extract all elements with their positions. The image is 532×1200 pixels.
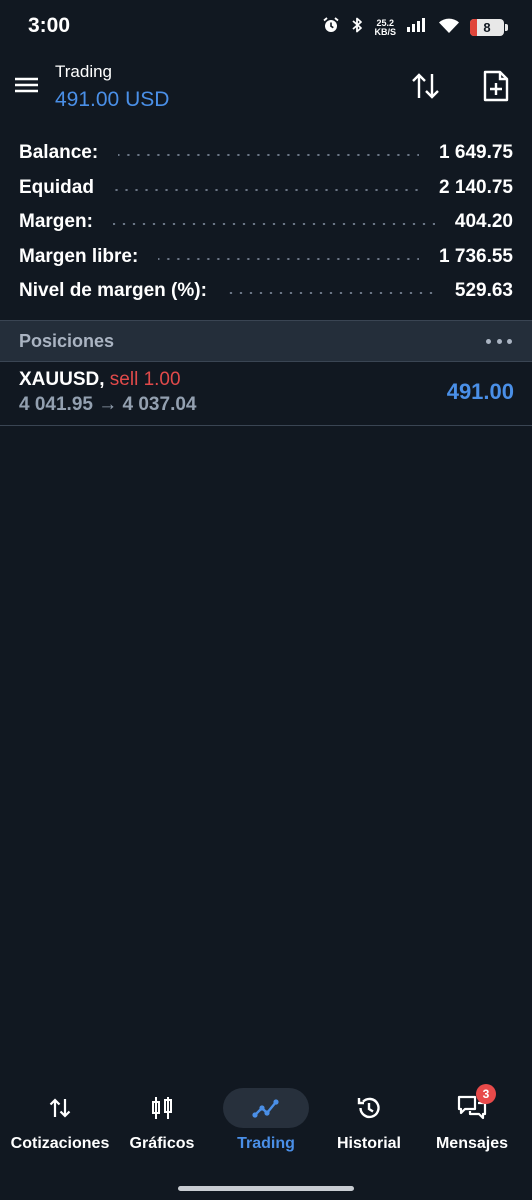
nav-item-trading[interactable]: Trading [213, 1082, 319, 1162]
net-speed: 25.2 KB/S [374, 17, 396, 37]
summary-value: 529.63 [454, 280, 513, 302]
nav-label: Trading [237, 1135, 295, 1152]
leader-dots [118, 154, 420, 157]
position-symbol: XAUUSD, [19, 369, 105, 390]
status-bar: 3:00 25.2 KB/S 8 [0, 0, 532, 56]
summary-label: Margen libre: [19, 245, 139, 267]
summary-label: Margen: [19, 211, 93, 233]
summary-value: 1 649.75 [439, 142, 513, 164]
nav-item-quotes[interactable]: Cotizaciones [7, 1082, 113, 1162]
messages-icon: 3 [429, 1084, 515, 1128]
battery-level: 8 [483, 20, 491, 35]
quotes-icon [17, 1088, 103, 1128]
position-prices: 4 041.95 → 4 037.04 [19, 394, 197, 415]
leader-dots [113, 188, 420, 191]
summary-label: Equidad [19, 176, 94, 198]
page-title: Trading [55, 62, 113, 81]
new-order-button[interactable] [476, 66, 516, 106]
nav-label: Gráficos [129, 1135, 195, 1152]
sort-button[interactable] [406, 66, 446, 106]
header-profit: 491.00 USD [55, 88, 170, 111]
nav-item-messages[interactable]: 3 Mensajes [419, 1082, 525, 1162]
charts-icon [119, 1088, 205, 1128]
more-dots-icon [486, 338, 491, 344]
summary-label: Nivel de margen (%): [19, 280, 207, 302]
nav-item-charts[interactable]: Gráficos [109, 1082, 215, 1162]
summary-label: Balance: [19, 142, 99, 164]
leader-dots [158, 257, 420, 260]
alarm-icon [322, 16, 340, 39]
positions-header: Posiciones [0, 320, 532, 362]
summary-value: 404.20 [454, 211, 513, 233]
menu-button[interactable] [12, 70, 42, 100]
bottom-nav: Cotizaciones Gráficos Trading Historial … [0, 1082, 532, 1162]
summary-row-balance: Balance: 1 649.75 [0, 136, 532, 171]
home-indicator[interactable] [178, 1186, 354, 1191]
leader-dots [112, 223, 435, 226]
menu-icon [15, 77, 38, 93]
sort-icon [412, 73, 439, 99]
summary-value: 2 140.75 [439, 176, 513, 198]
position-side: sell 1.00 [109, 369, 181, 390]
wifi-icon [438, 17, 460, 39]
leader-dots [226, 292, 435, 295]
position-row[interactable]: XAUUSD, sell 1.00 4 041.95 → 4 037.04 49… [0, 361, 532, 426]
account-summary: Balance: 1 649.75 Equidad 2 140.75 Marge… [0, 136, 532, 309]
summary-row-margin: Margen: 404.20 [0, 205, 532, 240]
nav-label: Historial [336, 1135, 401, 1152]
summary-row-free-margin: Margen libre: 1 736.55 [0, 240, 532, 275]
section-title: Posiciones [19, 331, 115, 351]
signal-icon [406, 17, 428, 38]
messages-badge: 3 [476, 1084, 496, 1104]
battery-icon: 8 [470, 19, 508, 36]
history-icon [326, 1088, 412, 1128]
summary-value: 1 736.55 [439, 245, 513, 267]
app-header: Trading 491.00 USD [0, 58, 532, 120]
nav-label: Mensajes [435, 1135, 509, 1152]
summary-row-equity: Equidad 2 140.75 [0, 171, 532, 206]
nav-label: Cotizaciones [10, 1135, 110, 1152]
position-profit: 491.00 [446, 379, 514, 404]
summary-row-margin-level: Nivel de margen (%): 529.63 [0, 274, 532, 309]
nav-item-history[interactable]: Historial [316, 1082, 422, 1162]
new-order-icon [483, 70, 509, 102]
status-time: 3:00 [28, 14, 71, 37]
bluetooth-icon [350, 16, 364, 39]
trading-icon [223, 1088, 309, 1128]
status-icons: 25.2 KB/S 8 [322, 16, 508, 39]
more-options-button[interactable] [486, 332, 512, 350]
